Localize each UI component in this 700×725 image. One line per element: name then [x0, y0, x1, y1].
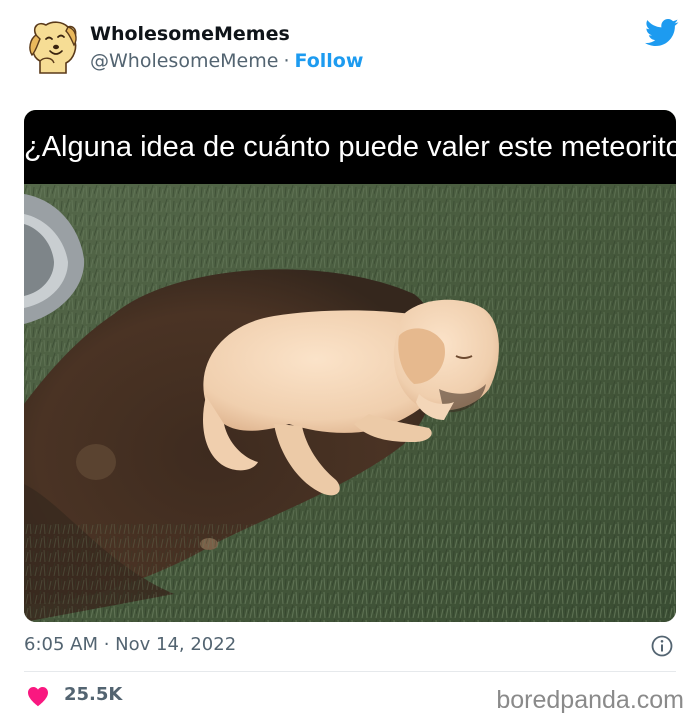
heart-icon[interactable] [26, 685, 50, 707]
handle-row: @WholesomeMeme · Follow [90, 50, 363, 72]
tweet-media[interactable]: ¿Alguna idea de cuánto puede valer este … [24, 110, 676, 622]
info-icon[interactable] [651, 635, 673, 657]
avatar[interactable] [22, 17, 82, 77]
twitter-bird-icon[interactable] [645, 18, 679, 48]
handle[interactable]: @WholesomeMeme [90, 50, 278, 72]
tweet-timestamp[interactable]: 6:05 AM · Nov 14, 2022 [24, 634, 236, 655]
puppy-photo [24, 184, 676, 622]
boredpanda-watermark: boredpanda.com [496, 686, 684, 714]
meme-caption: ¿Alguna idea de cuánto puede valer este … [24, 110, 676, 184]
follow-button[interactable]: Follow [294, 50, 363, 72]
like-count[interactable]: 25.5K [64, 684, 122, 705]
tweet-card: WholesomeMemes @WholesomeMeme · Follow ¿Al… [0, 0, 700, 725]
divider [24, 671, 676, 672]
display-name[interactable]: WholesomeMemes [90, 23, 290, 45]
separator: · [283, 50, 290, 72]
